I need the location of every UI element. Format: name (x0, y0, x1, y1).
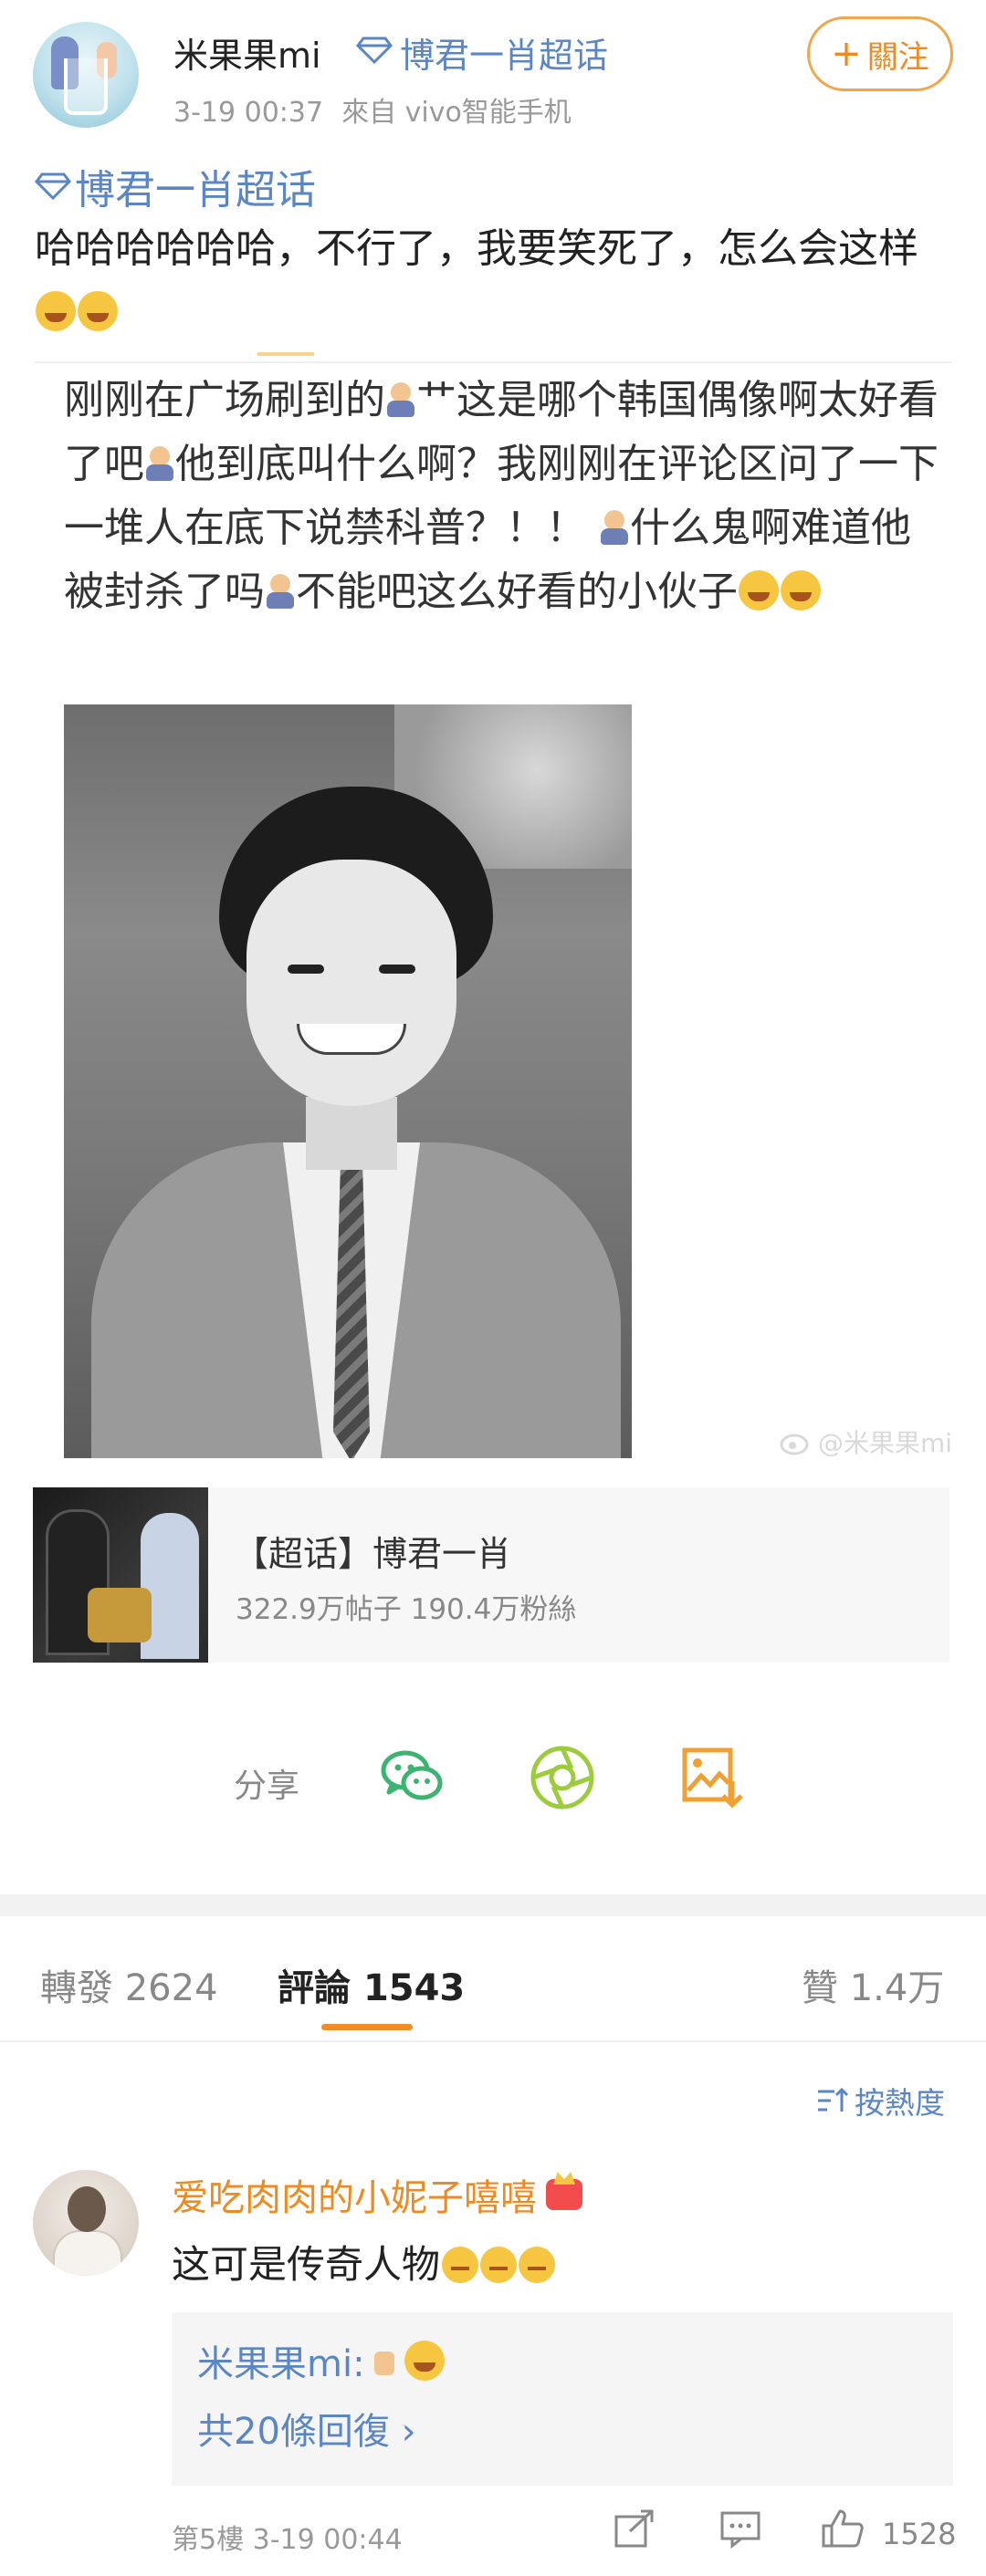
facepalm-emoji (599, 506, 630, 547)
thumbnail-award (88, 1588, 152, 1643)
post-body: 哈哈哈哈哈哈，不行了，我要笑死了，怎么会这样 (35, 217, 957, 345)
reply-author[interactable]: 米果果mi: (197, 2334, 365, 2387)
facepalm-emoji (385, 379, 416, 419)
sort-label: 按熱度 (855, 2085, 945, 2121)
tab-comments-label: 評論 (278, 1967, 351, 2009)
reply-preview-line: 米果果mi: (197, 2334, 446, 2387)
content-divider-accent (257, 352, 314, 356)
commenter-name-text: 爱吃肉肉的小妮子嘻嘻 (172, 2177, 537, 2219)
post-text: 哈哈哈哈哈哈，不行了，我要笑死了，怎么会这样 (35, 225, 918, 272)
watermark-text: @米果果mi (818, 1428, 953, 1458)
crying-emoji (781, 570, 821, 610)
save-image-icon[interactable] (677, 1743, 747, 1812)
diamond-icon (356, 37, 393, 64)
repost-text-1: 刚刚在广场刷到的 (64, 377, 385, 423)
wechat-icon[interactable] (378, 1743, 447, 1812)
photo-smile (297, 1024, 406, 1055)
tab-reposts-label: 轉發 (40, 1967, 113, 2009)
laugh-cry-emoji (36, 291, 76, 331)
comment-floor: 第5樓 (172, 2524, 245, 2556)
post-time: 3-19 00:37 (173, 97, 324, 129)
avatar-glass (64, 58, 108, 115)
commenter-avatar-head (68, 2186, 106, 2232)
follow-label: 關注 (866, 38, 929, 76)
reply-comment-icon[interactable] (718, 2506, 763, 2551)
commenter-name[interactable]: 爱吃肉肉的小妮子嘻嘻 (172, 2168, 582, 2221)
author-name[interactable]: 米果果mi (173, 27, 321, 78)
photo-eye-right (379, 965, 415, 974)
laugh-cry-emoji (404, 2341, 445, 2381)
tab-comments-count: 1543 (362, 1967, 466, 2009)
plus-icon: + (831, 33, 862, 75)
post-meta: 3-19 00:37 來自 vivo智能手机 (173, 89, 572, 130)
sort-by-popularity-button[interactable]: 按熱度 (816, 2079, 945, 2122)
weibo-logo-icon (780, 1434, 809, 1455)
comment-text-content: 这可是传奇人物 (172, 2242, 441, 2287)
tab-likes[interactable]: 贊 1.4万 (802, 1958, 944, 2011)
repost-body[interactable]: 刚刚在广场刷到的 艹这是哪个韩国偶像啊太好看了吧 他到底叫什么啊？我刚刚在评论区问了… (64, 369, 940, 624)
comment-time: 3-19 00:44 (252, 2524, 403, 2556)
photo-eye-left (288, 965, 324, 974)
tab-likes-count: 1.4万 (849, 1967, 945, 2009)
repost-text-5: 不能吧这么好看的小伙子 (296, 568, 738, 615)
tabs-border (0, 2040, 986, 2042)
facepalm-emoji (265, 570, 296, 610)
tab-likes-label: 贊 (802, 1967, 838, 2009)
facepalm-emoji (144, 443, 175, 483)
share-label: 分享 (234, 1768, 300, 1805)
like-icon[interactable] (820, 2506, 865, 2551)
comment-like-count: 1528 (882, 2517, 957, 2551)
topic-tag-text: 博君一肖超话 (75, 167, 316, 214)
sort-icon (818, 2087, 849, 2112)
tab-comments[interactable]: 評論 1543 (278, 1958, 465, 2011)
super-topic-thumbnail (33, 1487, 208, 1663)
thinking-emoji (442, 2247, 479, 2283)
photo-face (246, 860, 456, 1106)
commenter-avatar-body (53, 2230, 122, 2276)
super-topic-stats: 322.9万帖子 190.4万粉絲 (236, 1593, 577, 1626)
photo-neck (306, 1097, 397, 1170)
thumbs-up-emoji (371, 2342, 398, 2379)
repost-comment-icon[interactable] (612, 2506, 657, 2551)
follow-button[interactable]: + 關注 (807, 16, 953, 91)
moments-icon[interactable] (528, 1743, 597, 1812)
view-all-replies-link[interactable]: 共20條回復 › (197, 2402, 416, 2455)
fan-crown-badge-icon (546, 2179, 582, 2210)
reply-preview-box[interactable]: 米果果mi: 共20條回復 › (172, 2312, 953, 2486)
topic-tag-link[interactable]: 博君一肖超话 (35, 157, 316, 215)
image-watermark: @米果果mi (780, 1424, 952, 1460)
section-separator (0, 1894, 986, 1916)
header-topic-link[interactable]: 博君一肖超话 (400, 27, 608, 78)
comment-text: 这可是传奇人物 (172, 2234, 556, 2289)
post-photo[interactable] (64, 704, 632, 1458)
post-source: 來自 vivo智能手机 (341, 97, 572, 129)
content-divider (35, 361, 951, 363)
thinking-emoji (480, 2247, 518, 2283)
author-avatar[interactable] (33, 22, 139, 128)
super-topic-title: 【超话】博君一肖 (234, 1534, 512, 1574)
crying-emoji (739, 570, 779, 610)
laugh-cry-emoji (78, 291, 118, 331)
tab-reposts[interactable]: 轉發 2624 (40, 1958, 218, 2011)
thinking-emoji (519, 2247, 556, 2283)
commenter-avatar[interactable] (33, 2170, 139, 2276)
tab-reposts-count: 2624 (124, 1967, 218, 2009)
active-tab-indicator (321, 2024, 413, 2030)
diamond-icon (35, 172, 71, 200)
comment-footer: 第5樓 3-19 00:44 (172, 2517, 403, 2557)
super-topic-card[interactable]: 【超话】博君一肖 322.9万帖子 190.4万粉絲 (33, 1487, 949, 1663)
